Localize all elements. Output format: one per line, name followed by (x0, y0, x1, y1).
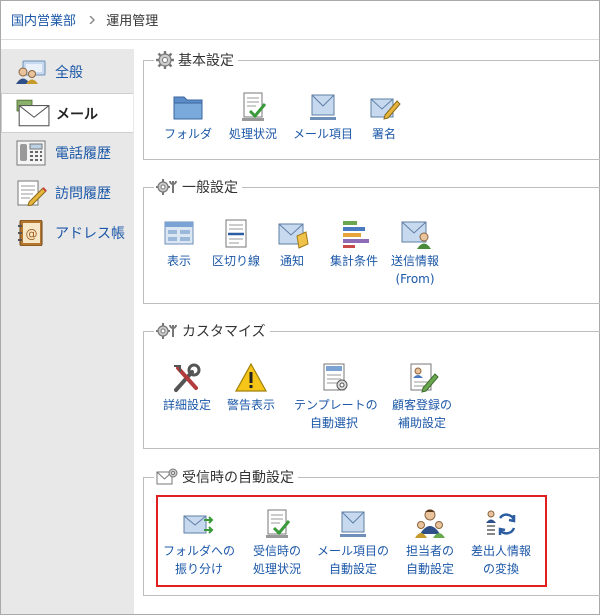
item-label: テンプレートの (294, 398, 378, 412)
basic-item-status[interactable]: 処理状況 (213, 91, 293, 143)
customer-register-icon (410, 363, 439, 393)
window-frame: 国内営業部 運用管理 全般 メール 電話履歴 訪問履歴 @ アドレス帳 基本設定… (0, 0, 600, 615)
sidebar-item-label: アドレス帳 (55, 226, 125, 242)
mail-icon (16, 99, 50, 127)
section-title: カスタマイズ (154, 321, 270, 341)
section-title: 受信時の自動設定 (154, 467, 298, 487)
aggregate-icon (343, 221, 369, 248)
svg-text:@: @ (26, 227, 38, 241)
status-icon (242, 92, 267, 121)
sidebar-item-visit[interactable]: 訪問履歴 (1, 173, 134, 211)
sidebar: 全般 メール 電話履歴 訪問履歴 @ アドレス帳 (1, 49, 134, 614)
item-label: 署名 (371, 127, 396, 141)
section-general-settings: 一般設定 表示 区切り線 通知 集計条件 送信情報 (From) (143, 177, 600, 304)
section-basic-settings: 基本設定 フォルダ 処理状況 メール項目 署名 (143, 50, 600, 160)
item-label: 処理状況 (228, 127, 277, 141)
sidebar-item-label: メール (56, 107, 98, 123)
section-title-text: 基本設定 (178, 53, 234, 69)
sidebar-item-mail[interactable]: メール (1, 93, 133, 133)
chevron-right-icon (89, 16, 96, 24)
tools-icon (174, 363, 201, 392)
sidebar-item-label: 電話履歴 (55, 146, 111, 162)
template-icon (323, 363, 348, 391)
item-label-line2: (From) (395, 272, 435, 286)
gear-wrench-icon (156, 323, 177, 339)
phone-icon (16, 140, 46, 166)
mail-settings-icon (156, 468, 178, 485)
item-label: 顧客登録の (391, 398, 452, 412)
customize-item-template[interactable]: テンプレートの 自動選択 (294, 362, 378, 432)
signature-icon (370, 98, 401, 120)
customize-item-warning[interactable]: 警告表示 (211, 362, 291, 414)
sidebar-item-phone[interactable]: 電話履歴 (1, 133, 134, 171)
gear-wrench-icon (156, 179, 177, 195)
sidebar-item-label: 訪問履歴 (55, 186, 111, 202)
highlight-box (156, 495, 547, 587)
separator-icon (225, 219, 247, 248)
warning-icon (234, 362, 268, 392)
item-label-line2: 補助設定 (397, 416, 446, 430)
section-customize: カスタマイズ 詳細設定 警告表示 テンプレートの 自動選択 顧客登録の 補助設定 (143, 321, 600, 449)
breadcrumb: 国内営業部 運用管理 (1, 1, 599, 40)
customize-item-customer-register[interactable]: 顧客登録の 補助設定 (382, 362, 462, 432)
section-title-text: 一般設定 (182, 180, 238, 196)
section-title-text: 受信時の自動設定 (182, 470, 294, 486)
section-title: 基本設定 (154, 50, 238, 70)
folder-icon (173, 96, 203, 120)
visit-icon (17, 180, 47, 206)
general-item-sender-info[interactable]: 送信情報 (From) (375, 218, 455, 288)
section-title-text: カスタマイズ (182, 324, 266, 340)
sidebar-item-label: 全般 (55, 65, 83, 81)
sidebar-item-address-book[interactable]: @ アドレス帳 (1, 213, 134, 251)
item-label-line2: 自動選択 (309, 416, 358, 430)
gear-icon (156, 51, 174, 69)
section-title: 一般設定 (154, 177, 242, 197)
breadcrumb-current: 運用管理 (106, 14, 159, 29)
basic-item-signature[interactable]: 署名 (344, 91, 424, 143)
notify-icon (278, 223, 309, 249)
sender-info-icon (401, 221, 431, 249)
item-label: 警告表示 (226, 398, 275, 412)
breadcrumb-parent-link[interactable]: 国内営業部 (11, 14, 76, 29)
general-icon (16, 60, 46, 84)
address-book-icon: @ (18, 220, 43, 246)
display-icon (164, 221, 194, 245)
item-label: 送信情報 (390, 254, 439, 268)
mail-field-icon (310, 94, 336, 120)
sidebar-item-general[interactable]: 全般 (1, 52, 134, 90)
